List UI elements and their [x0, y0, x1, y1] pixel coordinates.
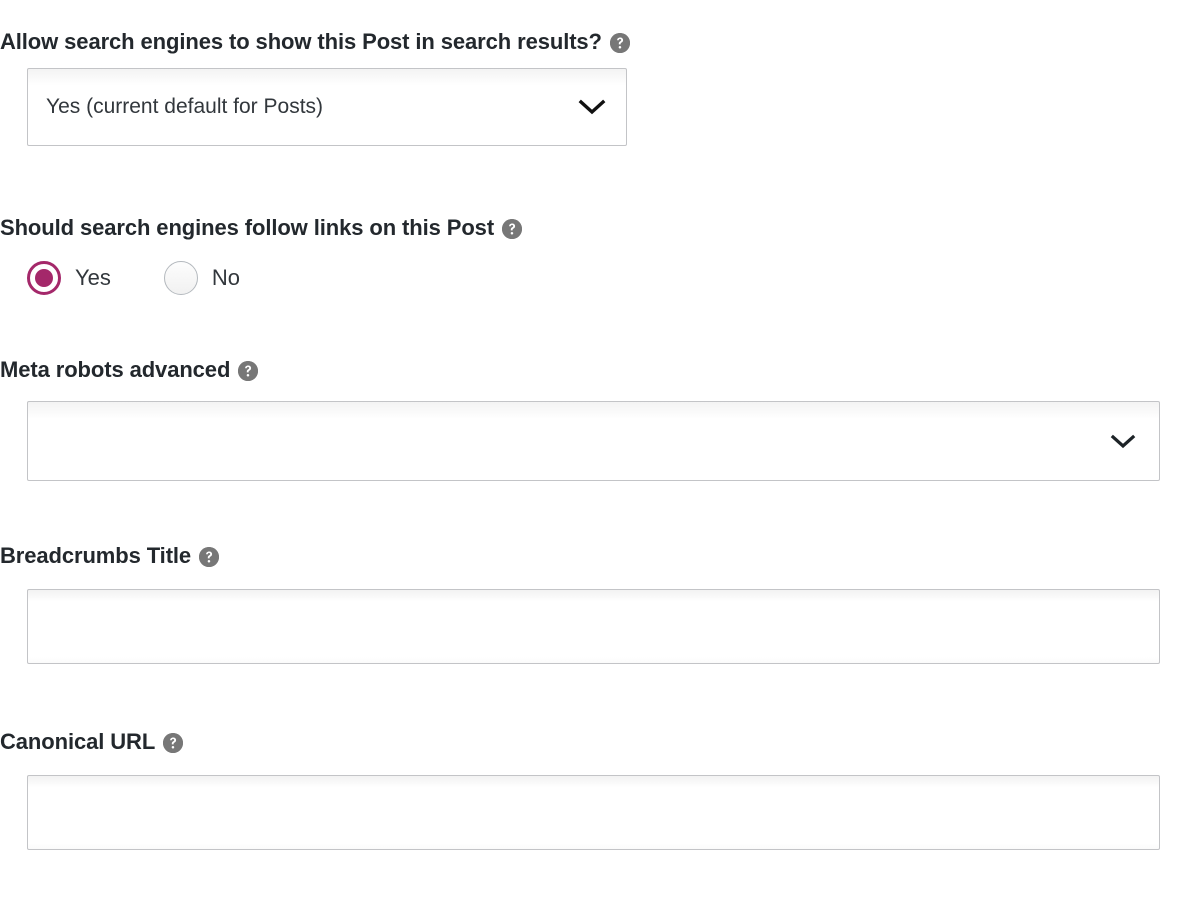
help-icon[interactable] [238, 361, 259, 381]
field-label-indexable: Allow search engines to show this Post i… [0, 29, 602, 54]
field-label-nofollow: Should search engines follow links on th… [0, 215, 495, 240]
label-row-meta-robots-advanced: Meta robots advanced [0, 356, 1178, 384]
field-label-breadcrumbs-title: Breadcrumbs Title [0, 543, 192, 568]
field-indexable: Allow search engines to show this Post i… [0, 28, 1178, 154]
help-icon[interactable] [609, 33, 630, 53]
select-indexable-value: Yes (current default for Posts) [46, 95, 324, 118]
seo-advanced-settings-form: Allow search engines to show this Post i… [0, 0, 1178, 898]
select-indexable[interactable]: Yes (current default for Posts) [27, 68, 627, 146]
field-breadcrumbs-title: Breadcrumbs Title [0, 542, 1178, 664]
breadcrumbs-title-input[interactable] [27, 589, 1160, 664]
canonical-url-input[interactable] [27, 775, 1160, 850]
label-row-breadcrumbs-title: Breadcrumbs Title [0, 542, 1178, 570]
field-nofollow: Should search engines follow links on th… [0, 214, 1178, 295]
radio-yes-label: Yes [75, 265, 111, 290]
label-row-canonical-url: Canonical URL [0, 728, 1178, 756]
label-row-indexable: Allow search engines to show this Post i… [0, 28, 1178, 56]
radio-no-indicator[interactable] [163, 261, 198, 295]
field-meta-robots-advanced: Meta robots advanced [0, 356, 1178, 489]
help-icon[interactable] [163, 733, 184, 753]
radio-option-yes[interactable]: Yes [27, 261, 111, 295]
radio-option-no[interactable]: No [163, 261, 241, 295]
radio-no-label: No [211, 265, 241, 290]
help-icon[interactable] [502, 219, 523, 239]
radio-yes-indicator[interactable] [27, 261, 61, 295]
label-row-nofollow: Should search engines follow links on th… [0, 214, 1178, 242]
field-canonical-url: Canonical URL [0, 728, 1178, 850]
radio-group-nofollow: Yes No [27, 261, 1178, 295]
select-meta-robots-advanced[interactable] [27, 401, 1160, 481]
chevron-down-icon[interactable] [1103, 432, 1143, 450]
field-label-meta-robots-advanced: Meta robots advanced [0, 357, 231, 382]
field-label-canonical-url: Canonical URL [0, 729, 156, 754]
help-icon[interactable] [199, 547, 220, 567]
chevron-down-icon[interactable] [572, 98, 612, 116]
